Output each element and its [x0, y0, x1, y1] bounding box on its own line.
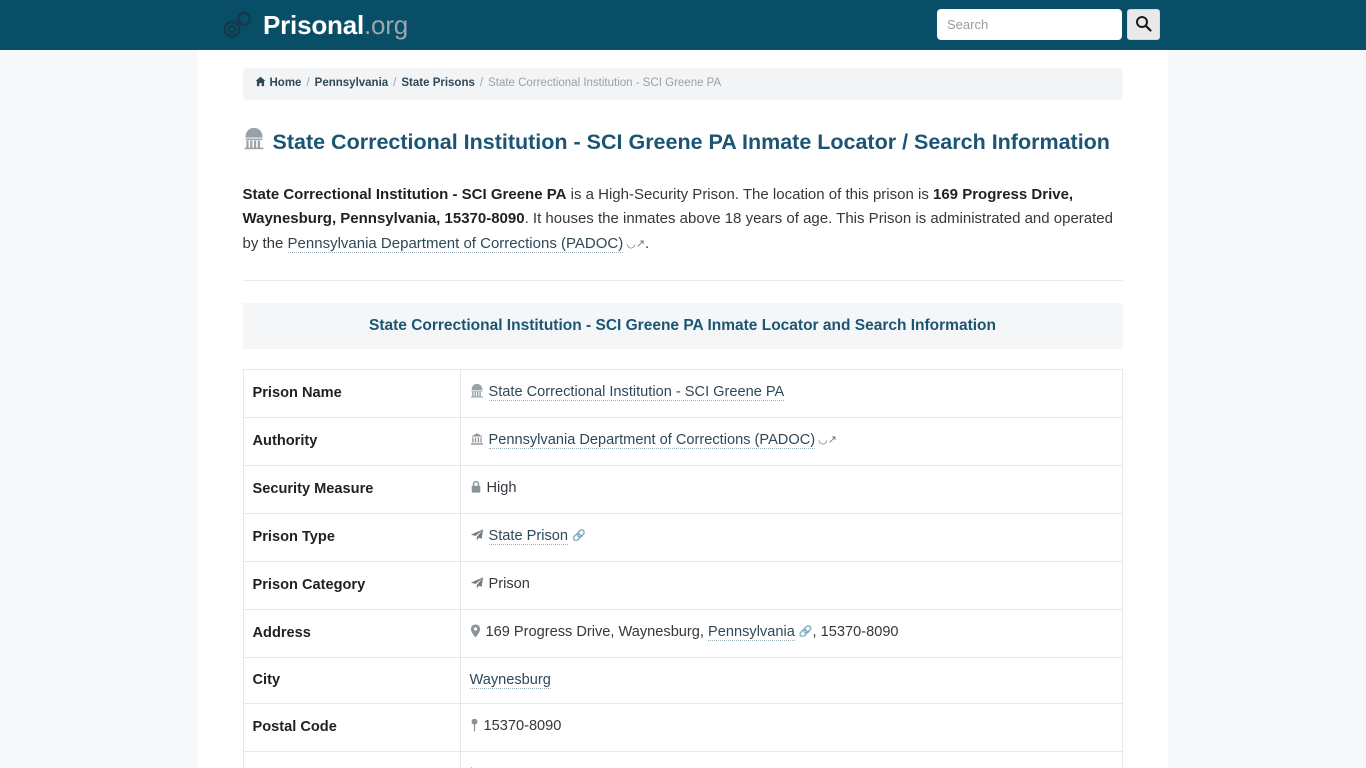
table-row: County Greene County [242, 750, 1123, 768]
paper-plane-icon [470, 528, 484, 548]
prison-name-link[interactable]: State Correctional Institution - SCI Gre… [488, 383, 785, 401]
section-heading: State Correctional Institution - SCI Gre… [242, 302, 1123, 349]
chain-link-icon: 🔗 [798, 625, 813, 638]
header-search [937, 9, 1160, 40]
address-state-link[interactable]: Pennsylvania [708, 623, 795, 641]
breadcrumb-item-pennsylvania[interactable]: Pennsylvania [315, 77, 389, 91]
search-icon [1135, 15, 1152, 35]
table-row: Postal Code 15370-8090 [242, 702, 1123, 752]
lock-icon [470, 480, 482, 500]
external-link-icon: ◡↗ [818, 433, 837, 446]
brand-name: Prisonal [263, 10, 364, 40]
breadcrumb-item-state-prisons[interactable]: State Prisons [401, 77, 475, 91]
authority-link[interactable]: Pennsylvania Department of Corrections (… [488, 431, 816, 449]
table-row: Security Measure High [242, 464, 1123, 514]
content-container: Home / Pennsylvania / State Prisons / St… [197, 50, 1168, 768]
security-measure-value: High [486, 479, 517, 496]
prison-window-icon [470, 383, 484, 404]
table-row: Authority Pennsylvania Department of Cor… [242, 416, 1123, 466]
row-value-prison-name: State Correctional Institution - SCI Gre… [459, 368, 1123, 418]
row-value-city: Waynesburg [459, 656, 1123, 704]
table-row: Prison Category Prison [242, 560, 1123, 610]
search-input[interactable] [937, 9, 1122, 40]
row-label-postal-code: Postal Code [242, 702, 461, 752]
intro-text-3: . [645, 234, 650, 252]
row-value-county: Greene County [459, 750, 1123, 768]
content-divider [242, 279, 1123, 281]
row-label-prison-type: Prison Type [242, 512, 461, 562]
chain-link-icon: 🔗 [572, 529, 586, 542]
intro-paragraph: State Correctional Institution - SCI Gre… [243, 183, 1123, 256]
external-link-icon: ◡↗ [626, 237, 646, 250]
paper-plane-icon [470, 576, 484, 596]
row-value-prison-category: Prison [459, 560, 1123, 610]
row-label-county: County [242, 750, 461, 768]
table-row: City Waynesburg [242, 656, 1123, 704]
prison-category-value: Prison [488, 575, 530, 592]
row-label-authority: Authority [242, 416, 461, 466]
search-submit-button[interactable] [1127, 9, 1160, 40]
home-icon [255, 76, 266, 92]
prison-type-link[interactable]: State Prison [488, 527, 568, 545]
table-row: Prison Type State Prison 🔗 [242, 512, 1123, 562]
breadcrumb-separator: / [306, 77, 310, 89]
map-pin-icon [470, 624, 481, 644]
site-logo-text: Prisonal.org [263, 12, 408, 38]
brand-tld: .org [364, 10, 409, 40]
prison-info-table: Prison Name State Correctional Instituti… [242, 368, 1123, 768]
row-label-security-measure: Security Measure [242, 464, 461, 514]
page-title: State Correctional Institution - SCI Gre… [243, 127, 1123, 157]
intro-prison-name: State Correctional Institution - SCI Gre… [242, 185, 567, 203]
map-marker-icon [470, 718, 479, 738]
address-prefix: 169 Progress Drive, Waynesburg, [485, 623, 709, 640]
breadcrumb: Home / Pennsylvania / State Prisons / St… [242, 68, 1123, 100]
intro-authority-link[interactable]: Pennsylvania Department of Corrections (… [287, 234, 624, 253]
row-label-address: Address [242, 608, 461, 658]
breadcrumb-item-home[interactable]: Home [270, 77, 302, 91]
landmark-icon [470, 432, 484, 452]
row-value-postal-code: 15370-8090 [459, 702, 1123, 752]
handcuffs-icon [222, 10, 254, 40]
postal-code-value: 15370-8090 [483, 717, 562, 734]
site-logo-link[interactable]: Prisonal.org [222, 10, 408, 40]
city-link[interactable]: Waynesburg [469, 671, 551, 689]
breadcrumb-separator: / [479, 77, 484, 89]
row-value-security-measure: High [459, 464, 1123, 514]
table-row: Address 169 Progress Drive, Waynesburg, … [242, 608, 1123, 658]
breadcrumb-separator: / [393, 77, 397, 89]
site-header: Prisonal.org [0, 0, 1366, 50]
row-label-prison-category: Prison Category [242, 560, 461, 610]
address-suffix: , 15370-8090 [812, 623, 899, 640]
prison-window-icon [243, 127, 265, 157]
row-value-prison-type: State Prison 🔗 [459, 512, 1123, 562]
row-label-city: City [242, 656, 461, 704]
row-label-prison-name: Prison Name [242, 368, 461, 418]
table-row: Prison Name State Correctional Instituti… [242, 368, 1123, 418]
intro-text-1: is a High-Security Prison. The location … [566, 185, 933, 203]
page-title-text: State Correctional Institution - SCI Gre… [272, 129, 1110, 154]
row-value-address: 169 Progress Drive, Waynesburg, Pennsylv… [459, 608, 1123, 658]
breadcrumb-item-current: State Correctional Institution - SCI Gre… [488, 77, 722, 89]
row-value-authority: Pennsylvania Department of Corrections (… [459, 416, 1123, 466]
